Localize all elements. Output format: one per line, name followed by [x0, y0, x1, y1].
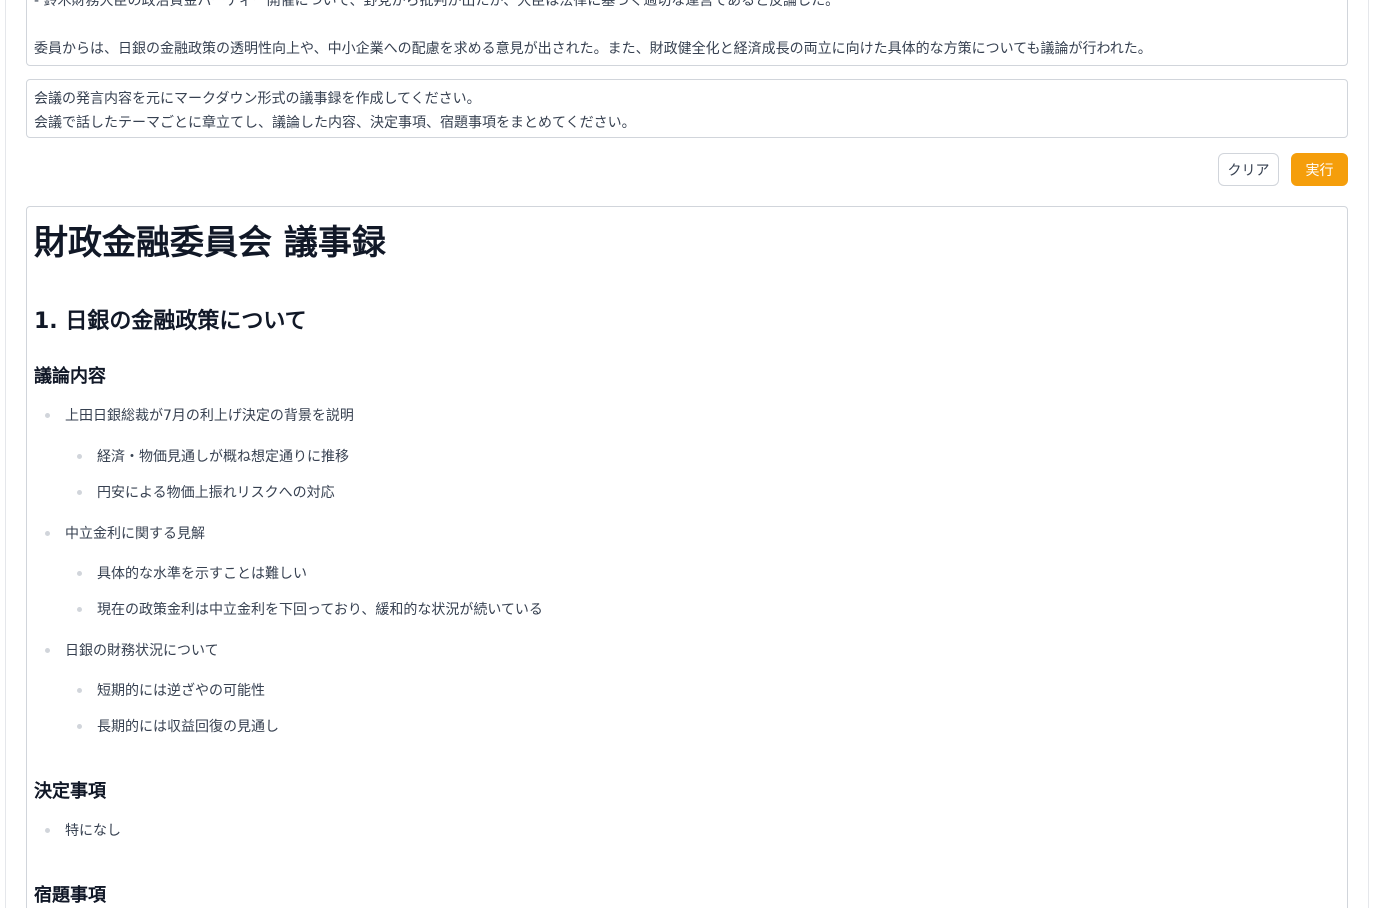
list-item: 現在の政策金利は中立金利を下回っており、緩和的な状況が続いている: [77, 599, 543, 619]
list-item: 具体的な水準を示すことは難しい: [77, 563, 307, 583]
list-item: 短期的には逆ざやの可能性: [77, 680, 265, 700]
meeting-transcript-textarea[interactable]: - 鈴木財務大臣の政治資金パーティー開催について、野党から批判が出たが、大臣は法…: [26, 0, 1348, 66]
right-border: [1368, 0, 1369, 908]
bullet-icon: [77, 687, 82, 693]
list-item: 特になし: [45, 820, 121, 840]
discussion-heading: 議論内容: [34, 366, 106, 387]
decisions-heading: 決定事項: [34, 781, 106, 802]
prompt-line: 会議の発言内容を元にマークダウン形式の議事録を作成してください。: [34, 91, 481, 107]
bullet-icon: [45, 530, 50, 536]
list-item: 中立金利に関する見解: [45, 523, 205, 543]
section-heading: 1. 日銀の金融政策について: [34, 309, 307, 334]
bullet-icon: [45, 412, 50, 418]
clear-button[interactable]: クリア: [1218, 153, 1279, 186]
bullet-icon: [77, 453, 82, 459]
transcript-line: 委員からは、日銀の金融政策の透明性向上や、中小企業への配慮を求める意見が出された…: [34, 41, 1152, 57]
prompt-textarea[interactable]: 会議の発言内容を元にマークダウン形式の議事録を作成してください。 会議で話したテ…: [26, 79, 1348, 138]
transcript-line: - 鈴木財務大臣の政治資金パーティー開催について、野党から批判が出たが、大臣は法…: [34, 0, 840, 9]
bullet-icon: [77, 606, 82, 612]
bullet-icon: [77, 723, 82, 729]
minutes-title: 財政金融委員会 議事録: [34, 223, 386, 263]
bullet-icon: [45, 827, 50, 833]
bullet-icon: [77, 489, 82, 495]
bullet-icon: [45, 647, 50, 653]
list-item: 上田日銀総裁が7月の利上げ決定の背景を説明: [45, 405, 354, 425]
list-item: 経済・物価見通しが概ね想定通りに推移: [77, 446, 349, 466]
list-item: 日銀の財務状況について: [45, 640, 219, 660]
bullet-icon: [77, 570, 82, 576]
prompt-line: 会議で話したテーマごとに章立てし、議論した内容、決定事項、宿題事項をまとめてくだ…: [34, 115, 636, 131]
todos-heading: 宿題事項: [34, 885, 106, 906]
run-button[interactable]: 実行: [1291, 153, 1348, 186]
list-item: 円安による物価上振れリスクへの対応: [77, 482, 335, 502]
left-border: [5, 0, 6, 908]
list-item: 長期的には収益回復の見通し: [77, 716, 279, 736]
minutes-output: 財政金融委員会 議事録 1. 日銀の金融政策について 議論内容 上田日銀総裁が7…: [26, 206, 1348, 908]
